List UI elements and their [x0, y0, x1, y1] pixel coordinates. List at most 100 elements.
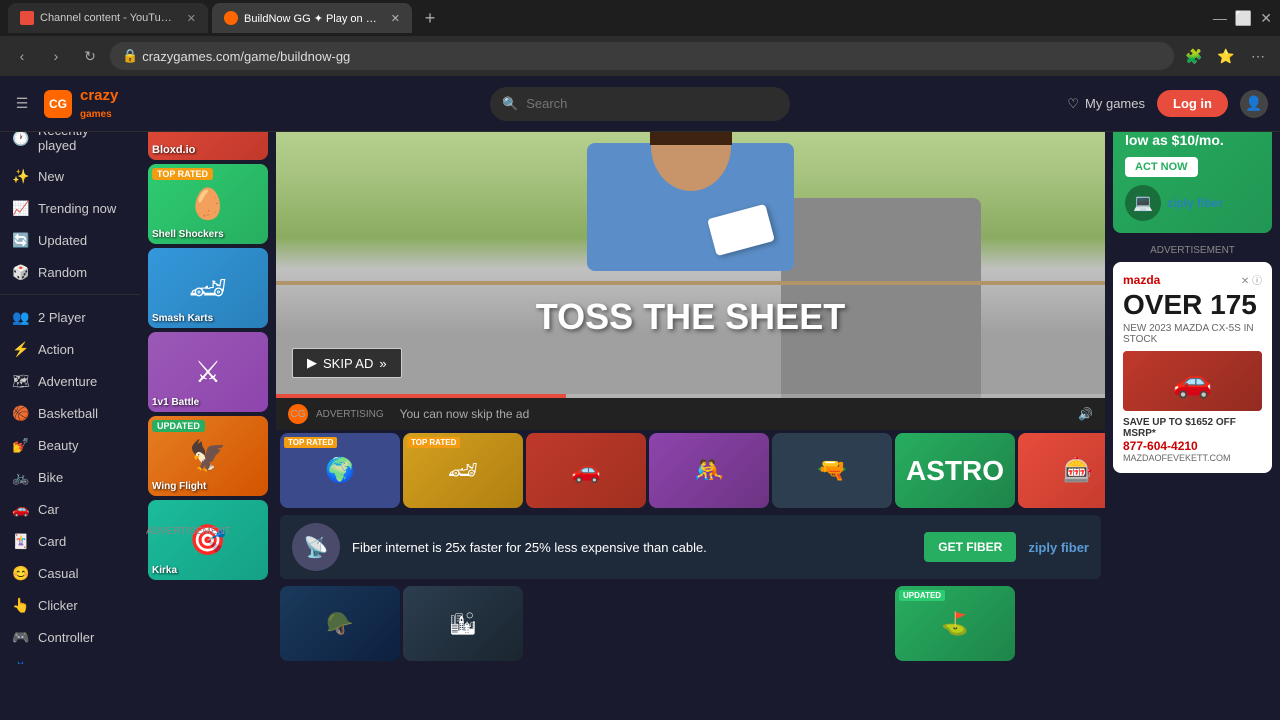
skip-arrow-icon: »	[379, 356, 386, 371]
crazygames-favicon	[224, 11, 238, 25]
advertising-label: ADVERTISING	[316, 409, 384, 420]
tab-crazygames[interactable]: BuildNow GG ✦ Play on Cr... ✕	[212, 3, 412, 33]
game-card-shellshockers[interactable]: TOP RATED Shell Shockers 🥚	[148, 164, 268, 244]
my-games-button[interactable]: ♡ My games	[1067, 96, 1145, 112]
sidebar-item-adventure[interactable]: 🗺 Adventure	[0, 365, 140, 397]
astrodude-text: ASTRO	[895, 433, 1015, 508]
ad-notice-text: You can now skip the ad	[400, 407, 530, 421]
basketball-icon: 🏀	[12, 404, 30, 422]
sidebar-item-card[interactable]: 🃏 Card	[0, 525, 140, 557]
game-thumb-minigolf[interactable]: UPDATED ⛳	[895, 586, 1015, 661]
action-icon: ⚡	[12, 340, 30, 358]
sidebar-item-new-label: New	[38, 169, 64, 184]
sidebar-item-beauty[interactable]: 💅 Beauty	[0, 429, 140, 461]
ad-label-right2: ADVERTISEMENT	[1113, 245, 1272, 256]
sidebar-item-bike[interactable]: 🚲 Bike	[0, 461, 140, 493]
sidebar-item-controller[interactable]: 🎮 Controller	[0, 621, 140, 653]
shellshockers-art: 🥚	[148, 164, 268, 244]
game-thumb-astrodude[interactable]: ASTRO	[895, 433, 1015, 508]
2player-icon: 👥	[12, 308, 30, 326]
tab-youtube-close[interactable]: ✕	[187, 12, 196, 25]
sidebar-item-trending[interactable]: 📈 Trending now	[0, 192, 140, 224]
sidebar-item-2player[interactable]: 👥 2 Player	[0, 301, 140, 333]
more-button[interactable]: ⋯	[1244, 42, 1272, 70]
sidebar-item-updated[interactable]: 🔄 Updated	[0, 224, 140, 256]
wrestlebros-art: 🤼	[649, 433, 769, 508]
forward-button[interactable]: ›	[42, 42, 70, 70]
video-progress-fill	[276, 394, 566, 398]
game-thumb-nations[interactable]: TOP RATED 🌍	[280, 433, 400, 508]
game-thumb-forwardassault[interactable]: 🪖	[280, 586, 400, 661]
controller-icon: 🎮	[12, 628, 30, 646]
sidebar-item-dressup[interactable]: 👗 Dress Up	[0, 653, 140, 664]
app-header: ☰ CG crazygames 🔍 ♡ My games Log in 👤	[0, 76, 1280, 132]
search-input[interactable]	[526, 96, 778, 111]
sidebar-item-random[interactable]: 🎲 Random	[0, 256, 140, 288]
extensions-button[interactable]: 🧩	[1180, 42, 1208, 70]
back-button[interactable]: ‹	[8, 42, 36, 70]
minimize-button[interactable]: —	[1213, 10, 1227, 26]
right-ads-panel: ADVERTISEMENT Get fiber internet as low …	[1105, 76, 1280, 664]
sidebar-item-new[interactable]: ✨ New	[0, 160, 140, 192]
sidebar-item-bike-label: Bike	[38, 470, 63, 485]
refresh-button[interactable]: ↻	[76, 42, 104, 70]
game-thumb-fortnite[interactable]: 🔫	[772, 433, 892, 508]
logo-icon: CG	[44, 90, 72, 118]
minigolf-art: ⛳	[895, 586, 1015, 661]
ad-close-icon[interactable]: ✕ ⓘ	[1241, 272, 1262, 287]
game-thumb-wrestlebros[interactable]: 🤼	[649, 433, 769, 508]
game-card-smashkarts[interactable]: Smash Karts 🏎	[148, 248, 268, 328]
sidebar-item-casual[interactable]: 😊 Casual	[0, 557, 140, 589]
game-card-wingflight[interactable]: UPDATED Wing Flight 🦅	[148, 416, 268, 496]
game-row-2: 🪖 🏙 UPDATED ⛳	[276, 583, 1105, 664]
tab-crazygames-label: BuildNow GG ✦ Play on Cr...	[244, 12, 381, 25]
skip-ad-button[interactable]: ▶ SKIP AD »	[292, 348, 402, 378]
random-icon: 🎲	[12, 263, 30, 281]
maximize-button[interactable]: ⬜	[1235, 10, 1252, 27]
smashkarts-art: 🏎	[148, 248, 268, 328]
forwardassault-art: 🪖	[280, 586, 400, 661]
search-bar[interactable]: 🔍	[490, 87, 790, 121]
beauty-icon: 💅	[12, 436, 30, 454]
sidebar-item-car[interactable]: 🚗 Car	[0, 493, 140, 525]
game-thumb-crazydrift[interactable]: TOP RATED 🏎	[403, 433, 523, 508]
heart-icon: ♡	[1067, 96, 1079, 112]
ziply-icon: 💻	[1125, 185, 1161, 221]
sidebar-item-clicker[interactable]: 👆 Clicker	[0, 589, 140, 621]
sidebar-item-action[interactable]: ⚡ Action	[0, 333, 140, 365]
mute-button[interactable]: 🔊	[1078, 407, 1093, 421]
act-now-button[interactable]: ACT NOW	[1125, 157, 1198, 177]
sidebar-item-adventure-label: Adventure	[38, 374, 97, 389]
car-icon: 🚗	[12, 500, 30, 518]
skip-icon: ▶	[307, 355, 317, 371]
sidebar-item-basketball[interactable]: 🏀 Basketball	[0, 397, 140, 429]
search-icon: 🔍	[502, 96, 518, 112]
game-card-1v1battle[interactable]: 1v1 Battle ⚔	[148, 332, 268, 412]
game-thumb-downtown[interactable]: 🏙	[403, 586, 523, 661]
ad-notice-bar: CG ADVERTISING You can now skip the ad 🔊	[276, 398, 1105, 430]
game-thumb-highwayracer[interactable]: 🚗	[526, 433, 646, 508]
ziply-logo-bottom: ziply fiber	[1028, 540, 1089, 555]
menu-icon[interactable]: ☰	[8, 90, 36, 118]
new-tab-button[interactable]: +	[416, 4, 444, 32]
ad-description-bottom: Fiber internet is 25x faster for 25% les…	[352, 540, 707, 555]
casual-icon: 😊	[12, 564, 30, 582]
bookmark-button[interactable]: ⭐	[1212, 42, 1240, 70]
ad-card-mazda[interactable]: mazda ✕ ⓘ OVER 175 NEW 2023 MAZDA CX-5S …	[1113, 262, 1272, 473]
sidebar-item-controller-label: Controller	[38, 630, 94, 645]
login-button[interactable]: Log in	[1157, 90, 1228, 117]
game-card-kirka[interactable]: Kirka 🎯	[148, 500, 268, 580]
sidebar-item-dressup-label: Dress Up	[38, 662, 92, 665]
close-browser-button[interactable]: ✕	[1260, 10, 1272, 27]
profile-icon[interactable]: 👤	[1240, 90, 1268, 118]
sidebar-item-clicker-label: Clicker	[38, 598, 78, 613]
mazda-dealer: MAZDAOFEVEKETT.COM	[1123, 453, 1262, 463]
1v1battle-art: ⚔	[148, 332, 268, 412]
url-bar[interactable]: 🔒 crazygames.com/game/buildnow-gg	[110, 42, 1174, 70]
tab-crazygames-close[interactable]: ✕	[391, 12, 400, 25]
tab-youtube[interactable]: Channel content - YouTube Stu... ✕	[8, 3, 208, 33]
get-fiber-button[interactable]: GET FIBER	[924, 532, 1016, 562]
game-thumb-slots[interactable]: 🎰	[1018, 433, 1105, 508]
mazda-headline: OVER 175	[1123, 291, 1262, 319]
sidebar-item-beauty-label: Beauty	[38, 438, 78, 453]
